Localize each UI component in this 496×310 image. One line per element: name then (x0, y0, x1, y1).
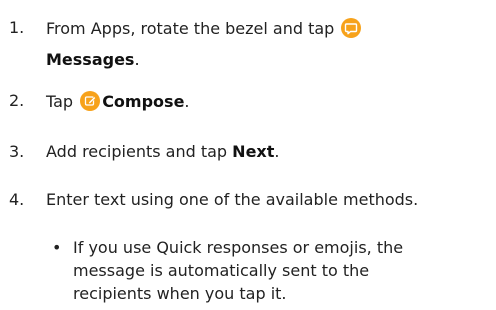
step-4-text: Enter text using one of the available me… (46, 190, 419, 209)
sub-bullet-marker: • (52, 238, 62, 257)
step-2-number: 2. (9, 91, 25, 110)
step-1-text: From Apps, rotate the bezel and tap (46, 18, 363, 39)
step-1-label: Messages (46, 50, 135, 69)
sub-bullet-line-3: recipients when you tap it. (73, 284, 287, 303)
step-1-label-line: Messages. (46, 50, 140, 70)
sub-bullet-line-2: message is automatically sent to the (73, 261, 370, 280)
instruction-page: 1. From Apps, rotate the bezel and tap M… (0, 0, 496, 310)
step-3-text: Add recipients and tap Next. (46, 142, 279, 162)
step-2-period: . (184, 92, 190, 111)
sub-bullet-line-1: If you use Quick responses or emojis, th… (73, 238, 404, 257)
step-1-number: 1. (9, 18, 25, 37)
step-1-text-before: From Apps, rotate the bezel and tap (46, 19, 335, 38)
step-3-text-before: Add recipients and tap (46, 142, 228, 161)
messages-icon (341, 18, 362, 38)
step-1-period: . (134, 50, 140, 69)
step-3-period: . (274, 142, 280, 161)
compose-icon (80, 91, 101, 111)
step-2-text: Tap Compose. (46, 91, 190, 112)
step-2-text-before: Tap (46, 92, 74, 111)
step-4-number: 4. (9, 190, 25, 209)
step-2-label: Compose (102, 92, 185, 111)
step-3-label: Next (232, 142, 275, 161)
step-3-number: 3. (9, 142, 25, 161)
